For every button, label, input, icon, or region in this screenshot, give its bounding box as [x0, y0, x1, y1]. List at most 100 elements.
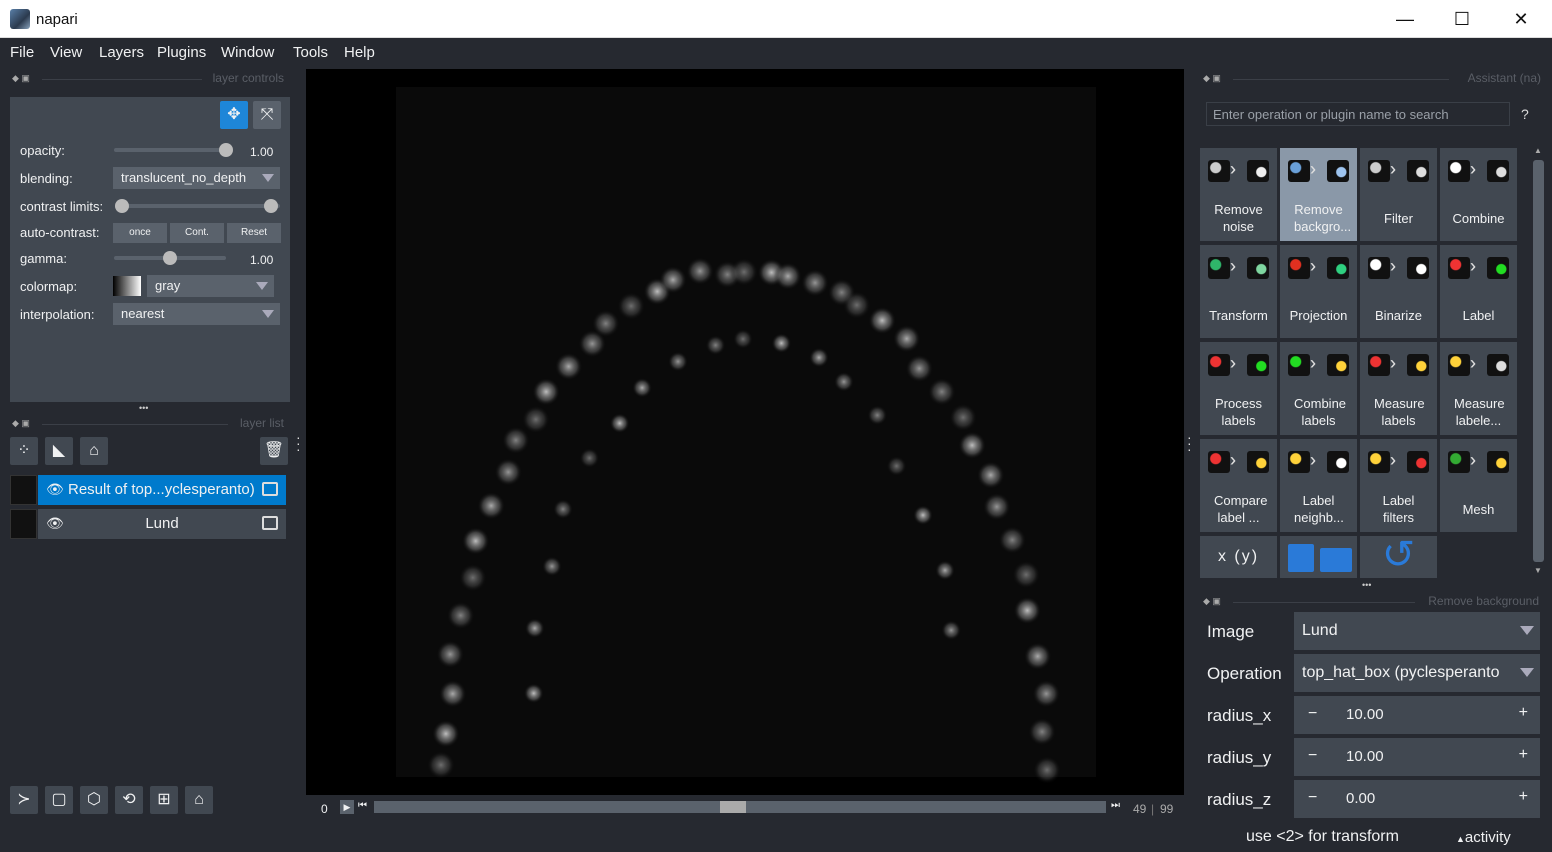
menu-view[interactable]: View: [50, 44, 82, 61]
operation-tile-binarize[interactable]: ›› Binarize: [1360, 245, 1437, 338]
increment-button[interactable]: +: [1519, 746, 1528, 764]
interpolation-select[interactable]: nearest: [113, 303, 280, 325]
new-points-layer-icon[interactable]: ⁘: [10, 437, 38, 465]
dock-float-icon[interactable]: ◆ ▣: [1203, 73, 1221, 84]
dock-float-icon[interactable]: ◆ ▣: [1203, 596, 1221, 607]
panel-resize-handle[interactable]: •••: [139, 403, 148, 413]
operation-tile-compare-label[interactable]: ›› Compare label ...: [1200, 439, 1277, 532]
operation-icon: ››: [1286, 158, 1351, 186]
step-back-icon[interactable]: ⏮: [358, 800, 367, 811]
chevron-down-icon: [256, 282, 268, 290]
operation-tile-projection[interactable]: ›› Projection: [1280, 245, 1357, 338]
operation-tile-measure-labels[interactable]: ›› Measure labels: [1360, 342, 1437, 435]
new-shapes-layer-icon[interactable]: ◣: [45, 437, 73, 465]
menu-window[interactable]: Window: [221, 44, 274, 61]
operation-tile-combine[interactable]: ›› Combine: [1440, 148, 1517, 241]
operation-tile-label: Remove backgro...: [1294, 202, 1352, 234]
radius-x-spinbox[interactable]: − 10.00 +: [1294, 696, 1540, 734]
dock-splitter-handle[interactable]: · · ·: [1187, 430, 1192, 456]
assistant-scrollbar[interactable]: ▲ ▼: [1530, 146, 1546, 578]
menu-layers[interactable]: Layers: [99, 44, 144, 61]
grid-view-icon[interactable]: ⊞: [150, 786, 178, 814]
contrast-min-handle[interactable]: [115, 199, 129, 213]
contrast-max-handle[interactable]: [264, 199, 278, 213]
operation-icon: ››: [1206, 352, 1271, 380]
home-icon[interactable]: ⌂: [185, 786, 213, 814]
radius-x-value[interactable]: 10.00: [1346, 706, 1384, 723]
panel-resize-handle[interactable]: •••: [1362, 580, 1371, 590]
gamma-slider-handle[interactable]: [163, 251, 177, 265]
image-canvas[interactable]: [306, 69, 1184, 795]
panel-splitter-handle[interactable]: · · ·: [296, 430, 301, 456]
decrement-button[interactable]: −: [1308, 747, 1317, 765]
close-button[interactable]: ✕: [1510, 8, 1532, 30]
new-labels-layer-icon[interactable]: ⌂: [80, 437, 108, 465]
scroll-up-icon[interactable]: ▲: [1534, 146, 1542, 155]
opacity-slider[interactable]: [114, 148, 226, 152]
operation-tile-measure-labele[interactable]: ›› Measure labele...: [1440, 342, 1517, 435]
operation-tile-label: Compare label ...: [1214, 493, 1268, 525]
activity-button[interactable]: ▲activity: [1456, 829, 1511, 846]
delete-layer-icon[interactable]: 🗑: [260, 437, 288, 465]
blending-select[interactable]: translucent_no_depth: [113, 167, 280, 189]
operation-tile-filter[interactable]: ›› Filter: [1360, 148, 1437, 241]
opacity-slider-handle[interactable]: [219, 143, 233, 157]
undo-tile[interactable]: ↺: [1360, 533, 1437, 578]
operation-tile-transform[interactable]: ›› Transform: [1200, 245, 1277, 338]
layer-item-result[interactable]: 👁 Result of top...yclesperanto): [10, 475, 286, 505]
pan-zoom-icon[interactable]: ✥: [220, 101, 248, 129]
visibility-eye-icon[interactable]: 👁: [46, 481, 64, 498]
radius-y-spinbox[interactable]: − 10.00 +: [1294, 738, 1540, 776]
radius-y-value[interactable]: 10.00: [1346, 748, 1384, 765]
operation-search-input[interactable]: Enter operation or plugin name to search: [1206, 102, 1510, 126]
continuous-button[interactable]: Cont.: [170, 223, 224, 243]
once-button[interactable]: once: [113, 223, 167, 243]
decrement-button[interactable]: −: [1308, 789, 1317, 807]
layer-item-lund[interactable]: 👁 Lund: [10, 509, 286, 539]
image-select[interactable]: Lund: [1294, 612, 1540, 650]
generate-code-tile[interactable]: x (y): [1200, 536, 1277, 578]
save-load-tile[interactable]: [1280, 536, 1357, 578]
operation-tile-remove-noise[interactable]: ›› Remove noise: [1200, 148, 1277, 241]
scroll-down-icon[interactable]: ▼: [1534, 566, 1542, 575]
increment-button[interactable]: +: [1519, 788, 1528, 806]
roll-dimensions-icon[interactable]: ⟲: [115, 786, 143, 814]
help-button[interactable]: ?: [1521, 106, 1529, 122]
visibility-eye-icon[interactable]: 👁: [46, 515, 64, 532]
operation-tile-label-neighb[interactable]: ›› Label neighb...: [1280, 439, 1357, 532]
operation-tile-label[interactable]: ›› Label: [1440, 245, 1517, 338]
step-forward-icon[interactable]: ⏭: [1111, 800, 1120, 811]
operation-tile-remove-backgro[interactable]: ›› Remove backgro...: [1280, 148, 1357, 241]
operation-select-value: top_hat_box (pyclesperanto: [1302, 664, 1500, 681]
dims-slider-handle[interactable]: [719, 801, 746, 813]
decrement-button[interactable]: −: [1308, 705, 1317, 723]
transform-icon[interactable]: ⤧: [253, 101, 281, 129]
operation-tile-label-filters[interactable]: ›› Label filters: [1360, 439, 1437, 532]
menu-help[interactable]: Help: [344, 44, 375, 61]
dock-float-icon[interactable]: ◆ ▣: [12, 418, 30, 429]
radius-z-label: radius_z: [1207, 790, 1272, 809]
colormap-select[interactable]: gray: [147, 275, 274, 297]
operation-tile-mesh[interactable]: ›› Mesh: [1440, 439, 1517, 532]
minimize-button[interactable]: —: [1394, 8, 1416, 30]
operation-tile-process-labels[interactable]: ›› Process labels: [1200, 342, 1277, 435]
maximize-button[interactable]: ☐: [1451, 8, 1473, 30]
3d-view-icon[interactable]: ⬡: [80, 786, 108, 814]
operation-icon: ››: [1286, 352, 1351, 380]
radius-z-spinbox[interactable]: − 0.00 +: [1294, 780, 1540, 818]
console-icon[interactable]: ≻: [10, 786, 38, 814]
dock-float-icon[interactable]: ◆ ▣: [12, 73, 30, 84]
radius-z-value[interactable]: 0.00: [1346, 790, 1375, 807]
operation-select[interactable]: top_hat_box (pyclesperanto: [1294, 654, 1540, 692]
scrollbar-thumb[interactable]: [1533, 160, 1544, 562]
reset-button[interactable]: Reset: [227, 223, 281, 243]
operation-tile-combine-labels[interactable]: ›› Combine labels: [1280, 342, 1357, 435]
menu-file[interactable]: File: [10, 44, 34, 61]
operation-tile-label: Measure labele...: [1454, 396, 1505, 428]
contrast-limits-slider[interactable]: [120, 204, 280, 208]
square-toggle-icon[interactable]: ▢: [45, 786, 73, 814]
menu-plugins[interactable]: Plugins: [157, 44, 206, 61]
play-icon[interactable]: ▶: [340, 800, 354, 814]
increment-button[interactable]: +: [1519, 704, 1528, 722]
menu-tools[interactable]: Tools: [293, 44, 328, 61]
